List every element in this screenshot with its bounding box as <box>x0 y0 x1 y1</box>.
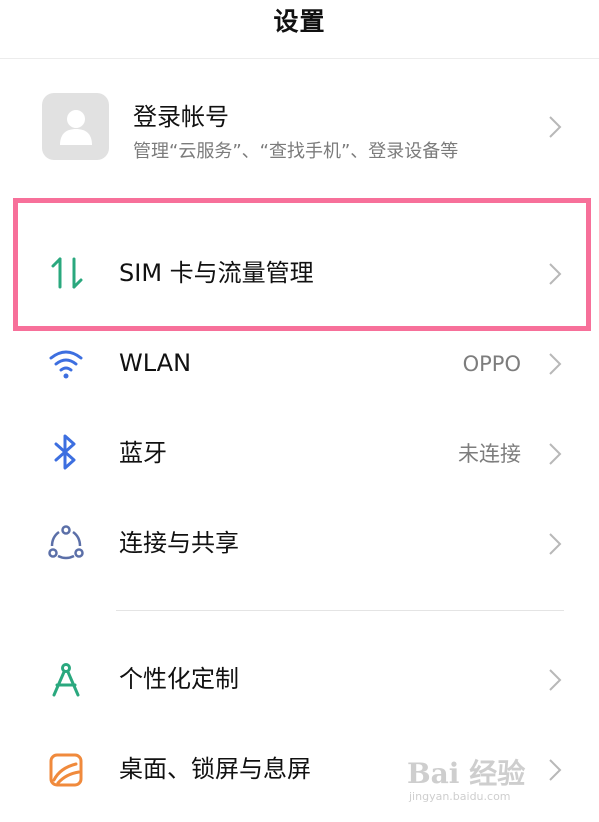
wlan-value: OPPO <box>462 352 521 376</box>
bluetooth-value: 未连接 <box>458 442 521 466</box>
personalization-row[interactable]: 个性化定制 <box>0 634 599 724</box>
chevron-right-icon <box>549 443 562 465</box>
baidu-watermark: Bai 经验 jingyan.baidu.com <box>407 752 557 808</box>
watermark-main-text: Bai 经验 <box>407 757 526 790</box>
top-bar: 设置 <box>0 0 599 59</box>
connection-share-label: 连接与共享 <box>119 529 239 557</box>
page-title: 设置 <box>273 7 326 36</box>
chevron-right-icon <box>549 116 562 138</box>
chevron-right-icon <box>549 533 562 555</box>
account-title: 登录帐号 <box>133 103 229 131</box>
bluetooth-icon <box>54 434 76 470</box>
wlan-label: WLAN <box>119 349 192 377</box>
watermark-sub-text: jingyan.baidu.com <box>409 790 511 803</box>
wlan-row[interactable]: WLAN OPPO <box>0 318 599 408</box>
account-subtitle: 管理“云服务”、“查找手机”、登录设备等 <box>133 141 459 162</box>
highlight-box <box>13 198 591 331</box>
personalization-compass-icon <box>52 663 80 697</box>
wallpaper-label: 桌面、锁屏与息屏 <box>119 755 311 783</box>
connection-share-icon <box>48 525 84 560</box>
bluetooth-label: 蓝牙 <box>119 439 167 467</box>
chevron-right-icon <box>549 353 562 375</box>
avatar <box>42 93 109 160</box>
connection-share-row[interactable]: 连接与共享 <box>0 498 599 588</box>
wallpaper-icon <box>49 753 83 787</box>
bluetooth-row[interactable]: 蓝牙 未连接 <box>0 408 599 498</box>
wifi-icon <box>49 350 83 379</box>
chevron-right-icon <box>549 669 562 691</box>
user-icon <box>60 110 92 145</box>
personalization-label: 个性化定制 <box>119 665 239 693</box>
section-divider <box>116 610 564 611</box>
account-row[interactable]: 登录帐号 管理“云服务”、“查找手机”、登录设备等 <box>0 59 599 193</box>
